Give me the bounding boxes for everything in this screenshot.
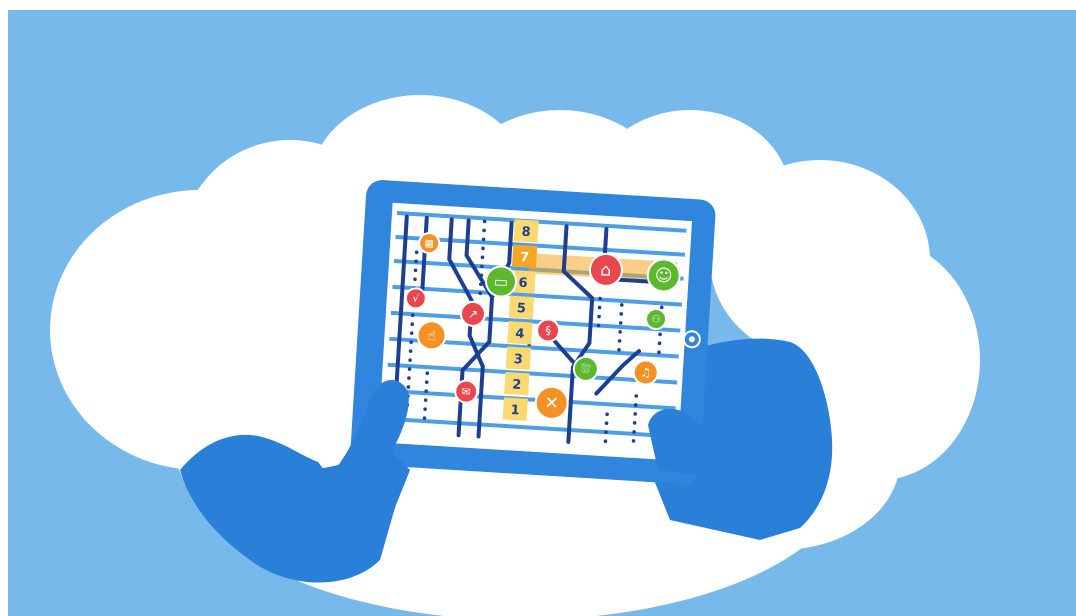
illustration: 87654321 ▦√☝↗▭✉§⌂ ☺⚇♫⛆✕	[8, 10, 1076, 616]
svg-text:☺: ☺	[654, 266, 673, 287]
svg-text:▭: ▭	[493, 272, 508, 291]
svg-text:♫: ♫	[640, 365, 652, 380]
ladder-level-2: 2	[512, 377, 522, 393]
ladder-level-1: 1	[510, 403, 520, 419]
ladder-level-8: 8	[521, 225, 531, 241]
svg-text:⛆: ⛆	[581, 362, 592, 377]
ladder-level-3: 3	[513, 352, 523, 368]
ladder-level-4: 4	[515, 327, 525, 343]
svg-text:☝: ☝	[427, 328, 436, 344]
svg-text:§: §	[545, 324, 551, 337]
ladder-level-5: 5	[516, 301, 526, 317]
svg-text:✕: ✕	[544, 393, 559, 414]
svg-text:▦: ▦	[424, 238, 434, 250]
svg-text:↗: ↗	[468, 307, 479, 322]
svg-text:✉: ✉	[461, 385, 471, 399]
svg-text:⌂: ⌂	[600, 260, 612, 281]
ladder-level-7: 7	[520, 250, 530, 266]
svg-text:⚇: ⚇	[651, 314, 661, 326]
ladder-level-6: 6	[518, 276, 528, 292]
